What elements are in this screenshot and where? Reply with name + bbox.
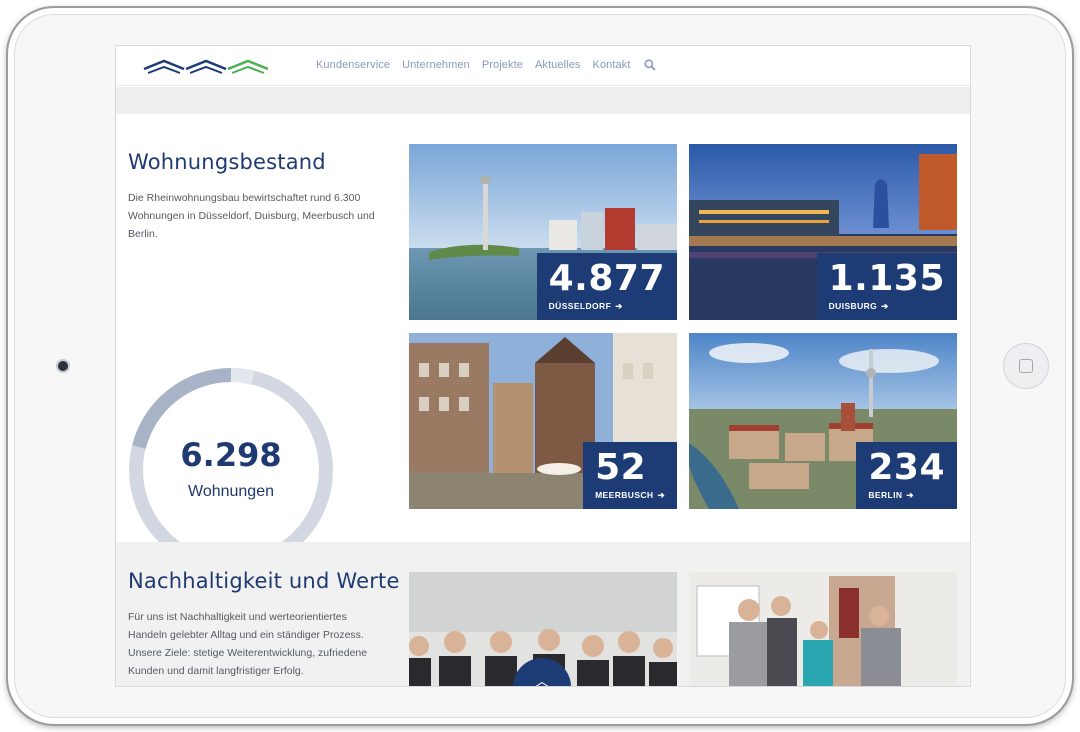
stat-box-meerbusch: 52 MEERBUSCH ➔: [583, 442, 677, 509]
city-name: BERLIN: [868, 490, 903, 500]
bestand-text-line: Die Rheinwohnungsbau bewirtschaftet rund…: [128, 192, 361, 204]
nav-kontakt[interactable]: Kontakt: [593, 59, 631, 71]
count-berlin: 234: [868, 447, 945, 488]
header-banner-strip: [116, 87, 970, 114]
count-duesseldorf: 4.877: [548, 258, 665, 299]
office-photo: [689, 572, 957, 686]
tile-meerbusch[interactable]: 52 MEERBUSCH ➔: [409, 333, 677, 509]
total-label: Wohnungen: [188, 483, 274, 500]
camera-icon: [58, 361, 68, 371]
bestand-text-line: Wohnungen in Düsseldorf, Duisburg, Meerb…: [128, 210, 375, 222]
city-link-meerbusch[interactable]: MEERBUSCH ➔: [595, 490, 665, 501]
tile-berlin[interactable]: 234 BERLIN ➔: [689, 333, 957, 509]
city-name: MEERBUSCH: [595, 490, 654, 500]
home-square-icon: [1019, 359, 1033, 373]
city-link-duesseldorf[interactable]: DÜSSELDORF ➔: [549, 301, 665, 312]
arrow-right-icon: ➔: [906, 490, 914, 500]
count-duisburg: 1.135: [828, 258, 945, 299]
count-meerbusch: 52: [595, 447, 647, 488]
main-nav: Kundenservice Unternehmen Projekte Aktue…: [316, 59, 631, 71]
donut-gap: [230, 368, 255, 385]
city-name: DUISBURG: [828, 301, 878, 311]
stat-box-duisburg: 1.135 DUISBURG ➔: [816, 253, 957, 320]
nachhaltigkeit-text-line: Unsere Ziele: stetige Weiterentwicklung,…: [128, 647, 368, 659]
tile-duisburg[interactable]: 1.135 DUISBURG ➔: [689, 144, 957, 320]
city-name: DÜSSELDORF: [548, 301, 612, 311]
nav-projekte[interactable]: Projekte: [482, 59, 523, 71]
total-count: 6.298: [180, 436, 282, 474]
stat-box-duesseldorf: 4.877 DÜSSELDORF ➔: [536, 253, 677, 320]
home-button[interactable]: [1003, 343, 1049, 389]
website-screen: Kundenservice Unternehmen Projekte Aktue…: [115, 45, 971, 687]
stat-box-berlin: 234 BERLIN ➔: [856, 442, 957, 509]
nav-kundenservice[interactable]: Kundenservice: [316, 59, 390, 71]
nav-aktuelles[interactable]: Aktuelles: [535, 59, 581, 71]
nav-unternehmen[interactable]: Unternehmen: [402, 59, 470, 71]
search-icon[interactable]: [644, 59, 656, 71]
nachhaltigkeit-text-line: Kunden und damit langfristiger Erfolg.: [128, 665, 304, 677]
nachhaltigkeit-text-line: Für uns ist Nachhaltigkeit und werteorie…: [128, 611, 347, 623]
logo[interactable]: [142, 58, 268, 76]
tile-duesseldorf[interactable]: 4.877 DÜSSELDORF ➔: [409, 144, 677, 320]
site-header: Kundenservice Unternehmen Projekte Aktue…: [116, 46, 970, 86]
arrow-right-icon: ➔: [615, 301, 623, 311]
city-link-duisburg[interactable]: DUISBURG ➔: [829, 301, 945, 312]
arrow-right-icon: ➔: [881, 301, 889, 311]
bestand-section: Wohnungsbestand Die Rheinwohnungsbau bew…: [116, 114, 970, 572]
nachhaltigkeit-text-line: Handeln gelebter Alltag und ein ständige…: [128, 629, 364, 641]
bestand-title: Wohnungsbestand: [128, 150, 326, 174]
arrow-right-icon: ➔: [657, 490, 665, 500]
chevron-up-icon: ︿: [535, 673, 549, 687]
city-link-berlin[interactable]: BERLIN ➔: [868, 490, 945, 501]
bestand-text-line: Berlin.: [128, 228, 158, 240]
nachhaltigkeit-title: Nachhaltigkeit und Werte: [128, 569, 400, 593]
